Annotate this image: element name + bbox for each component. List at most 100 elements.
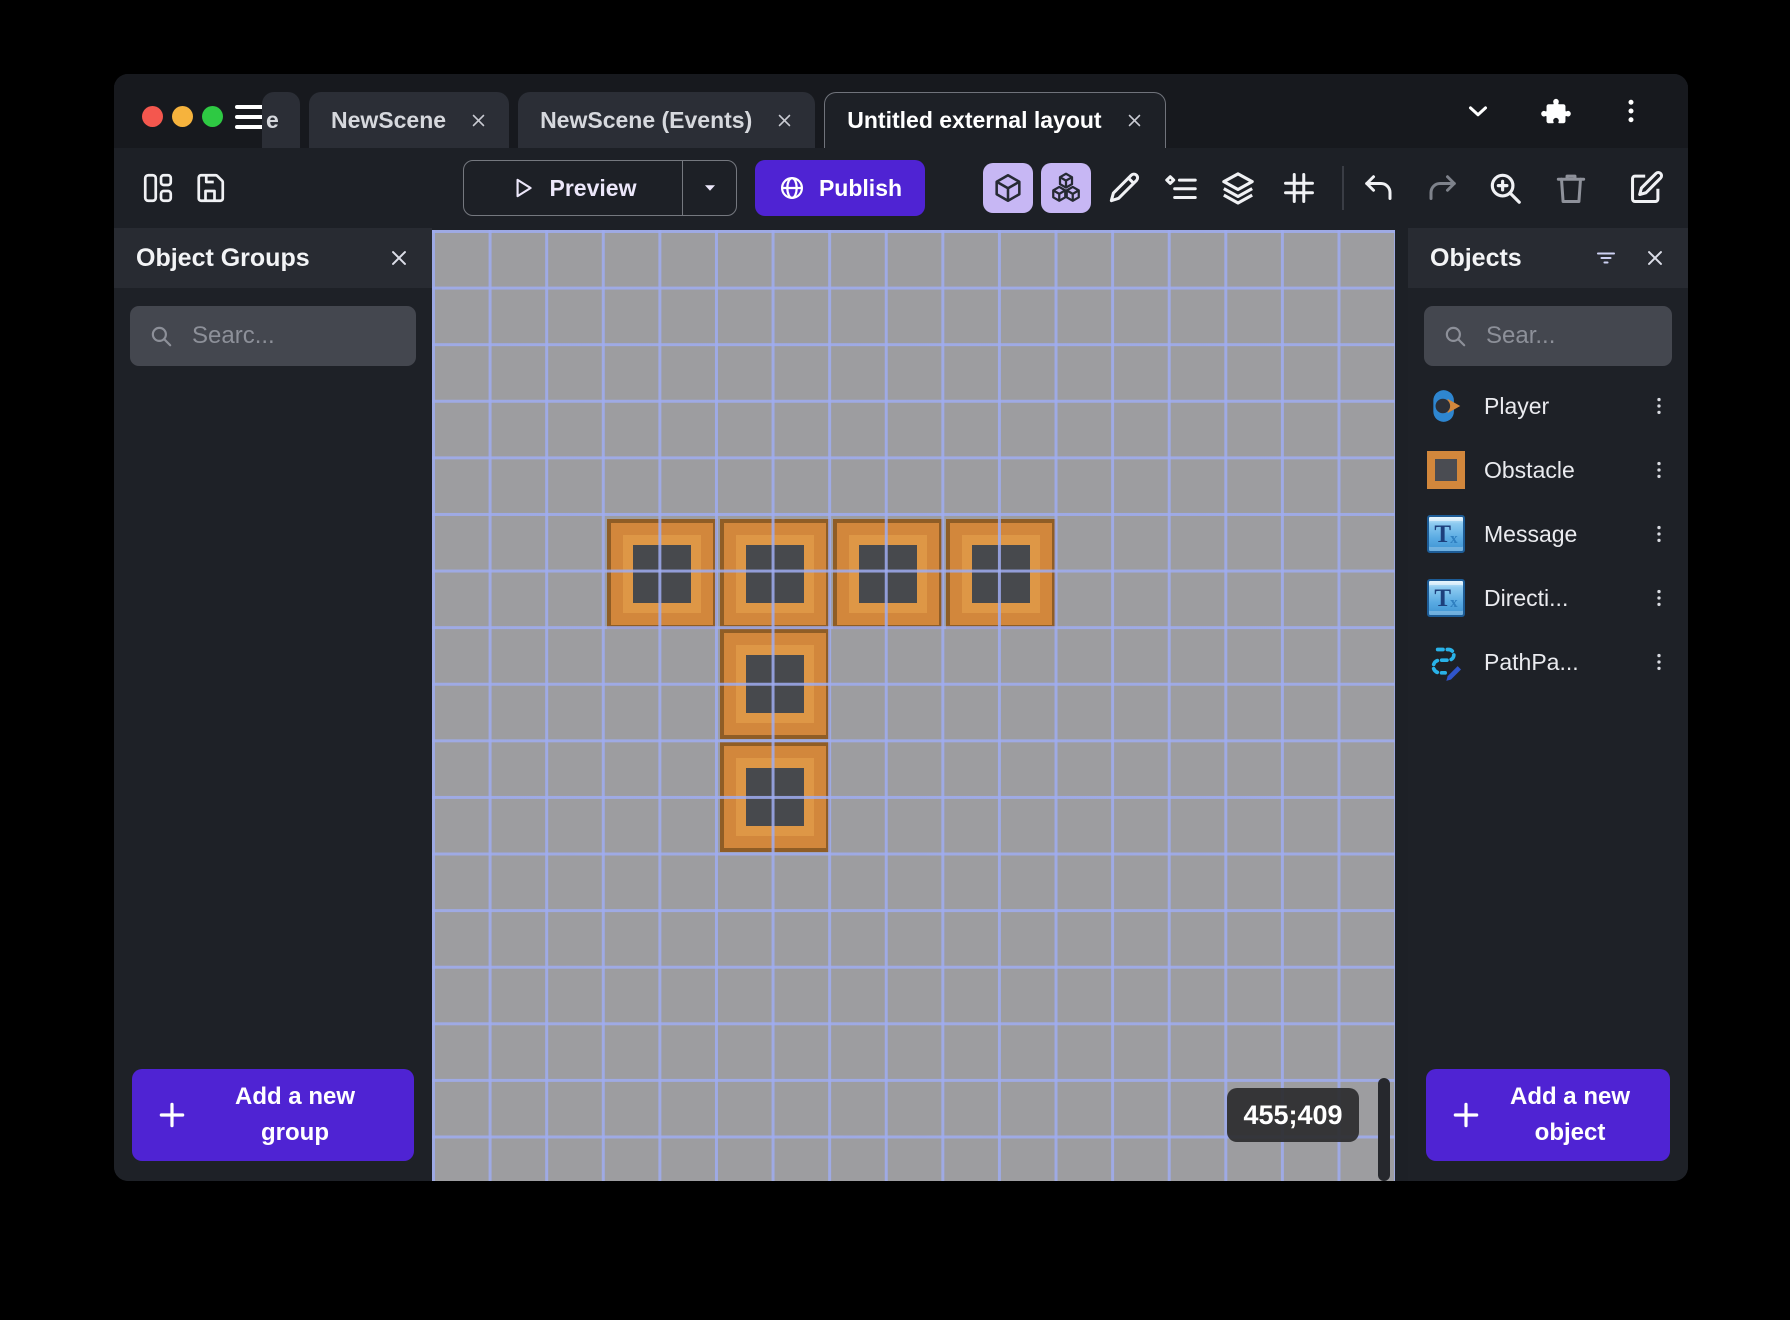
instances-list-icon[interactable] <box>1161 168 1201 208</box>
object-item-message[interactable]: Tx Message <box>1408 502 1688 566</box>
add-object-button[interactable]: Add a new object <box>1426 1069 1670 1161</box>
tab-untitled-external-layout[interactable]: Untitled external layout <box>824 92 1165 148</box>
objects-title: Objects <box>1430 244 1522 273</box>
tab-close-icon[interactable] <box>1126 112 1143 129</box>
search-icon <box>148 323 174 349</box>
kebab-menu-icon[interactable] <box>1648 587 1670 609</box>
tab-label: NewScene (Events) <box>540 107 752 134</box>
object-label: PathPa... <box>1484 649 1630 676</box>
objects-panel-toggle-button[interactable] <box>983 163 1033 213</box>
preview-button-main[interactable]: Preview <box>464 161 682 215</box>
toolbar: Preview Publish <box>114 148 1688 228</box>
grid-icon[interactable] <box>1279 168 1319 208</box>
close-panel-icon[interactable] <box>1644 247 1666 269</box>
layers-icon[interactable] <box>1218 168 1258 208</box>
kebab-menu-icon[interactable] <box>1648 523 1670 545</box>
titlebar: e NewScene NewScene (Events) Untitled exter… <box>114 74 1688 148</box>
text-object-icon: Tx <box>1426 514 1466 554</box>
plus-icon <box>1450 1099 1482 1131</box>
tab-e[interactable]: e <box>262 92 300 148</box>
grid-overlay <box>432 230 1395 1181</box>
traffic-lights <box>142 106 223 127</box>
kebab-menu-icon[interactable] <box>1648 459 1670 481</box>
tab-close-icon[interactable] <box>470 112 487 129</box>
tab-strip: e NewScene NewScene (Events) Untitled exter… <box>262 92 1166 148</box>
object-groups-panel: Object Groups Add a new group <box>114 228 432 1181</box>
object-label: Player <box>1484 393 1630 420</box>
kebab-menu-icon[interactable] <box>1648 395 1670 417</box>
preview-label: Preview <box>550 175 637 202</box>
tab-label: Untitled external layout <box>847 107 1101 134</box>
play-icon <box>510 175 536 201</box>
trash-icon[interactable] <box>1551 168 1591 208</box>
tab-newscene[interactable]: NewScene <box>309 92 509 148</box>
object-label: Message <box>1484 521 1630 548</box>
undo-icon[interactable] <box>1358 168 1398 208</box>
objects-panel: Objects Player Obstacle Tx Message Tx Directi… <box>1408 228 1688 1181</box>
object-item-pathpa[interactable]: PathPa... <box>1408 630 1688 694</box>
obstacle-block[interactable] <box>720 629 830 739</box>
publish-button[interactable]: Publish <box>755 160 925 216</box>
obstacle-block[interactable] <box>946 519 1056 629</box>
cursor-coordinates-badge: 455;409 <box>1227 1088 1359 1142</box>
add-group-label: Add a new group <box>188 1079 402 1151</box>
path-paint-icon <box>1426 642 1466 682</box>
object-groups-title: Object Groups <box>136 244 310 273</box>
objects-search-input[interactable] <box>1484 321 1654 351</box>
rename-edit-icon[interactable] <box>1626 168 1666 208</box>
add-group-button[interactable]: Add a new group <box>132 1069 414 1161</box>
globe-icon <box>778 174 806 202</box>
object-item-player[interactable]: Player <box>1408 374 1688 438</box>
obstacle-icon <box>1426 450 1466 490</box>
preview-dropdown-button[interactable] <box>682 161 736 215</box>
obstacle-block[interactable] <box>720 519 830 629</box>
panels-layout-icon[interactable] <box>138 168 178 208</box>
object-item-obstacle[interactable]: Obstacle <box>1408 438 1688 502</box>
tab-label: e <box>266 107 279 134</box>
close-panel-icon[interactable] <box>388 247 410 269</box>
app-window: e NewScene NewScene (Events) Untitled exter… <box>114 74 1688 1181</box>
object-groups-header: Object Groups <box>114 228 432 288</box>
chevron-down-icon[interactable] <box>1463 96 1493 131</box>
puzzle-extensions-icon[interactable] <box>1540 96 1572 133</box>
obstacle-block[interactable] <box>607 519 717 629</box>
text-object-icon: Tx <box>1426 578 1466 618</box>
obstacle-block[interactable] <box>833 519 943 629</box>
filter-icon[interactable] <box>1594 246 1618 270</box>
tab-label: NewScene <box>331 107 446 134</box>
add-object-label: Add a new object <box>1482 1079 1658 1151</box>
scene-canvas[interactable]: 455;409 <box>432 230 1395 1181</box>
kebab-menu-icon[interactable] <box>1616 96 1646 131</box>
object-item-directi[interactable]: Tx Directi... <box>1408 566 1688 630</box>
redo-icon[interactable] <box>1423 168 1463 208</box>
plus-icon <box>156 1099 188 1131</box>
maximize-window-button[interactable] <box>202 106 223 127</box>
object-groups-searchbox[interactable] <box>130 306 416 366</box>
kebab-menu-icon[interactable] <box>1648 651 1670 673</box>
object-groups-search-input[interactable] <box>190 321 398 351</box>
instances-panel-toggle-button[interactable] <box>1041 163 1091 213</box>
obstacle-block[interactable] <box>720 742 830 852</box>
object-label: Obstacle <box>1484 457 1630 484</box>
publish-label: Publish <box>819 175 902 202</box>
object-label: Directi... <box>1484 585 1630 612</box>
3d-box-icon <box>991 171 1025 205</box>
hamburger-menu-icon[interactable] <box>235 105 265 129</box>
preview-button[interactable]: Preview <box>463 160 737 216</box>
dropdown-caret-icon <box>699 177 721 199</box>
canvas-vertical-scrollbar[interactable] <box>1378 1078 1390 1181</box>
zoom-in-icon[interactable] <box>1485 168 1525 208</box>
player-icon <box>1426 386 1466 426</box>
tab-close-icon[interactable] <box>776 112 793 129</box>
toolbar-divider <box>1342 166 1344 210</box>
objects-header: Objects <box>1408 228 1688 288</box>
save-icon[interactable] <box>190 168 230 208</box>
objects-list: Player Obstacle Tx Message Tx Directi... PathP… <box>1408 374 1688 1069</box>
object-groups-list <box>114 374 432 1069</box>
minimize-window-button[interactable] <box>172 106 193 127</box>
search-icon <box>1442 323 1468 349</box>
pencil-edit-icon[interactable] <box>1104 168 1144 208</box>
close-window-button[interactable] <box>142 106 163 127</box>
objects-searchbox[interactable] <box>1424 306 1672 366</box>
tab-newscene-events[interactable]: NewScene (Events) <box>518 92 815 148</box>
